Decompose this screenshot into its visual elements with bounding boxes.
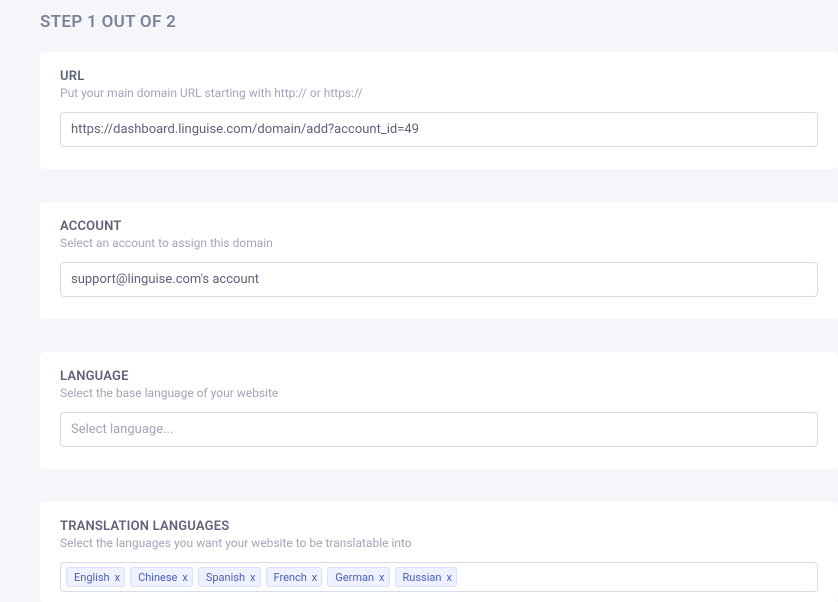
tag-remove-icon[interactable]: x [379,572,384,583]
url-input[interactable] [60,112,818,147]
language-tag: Spanish x [198,567,261,587]
language-tag: Germanx [327,567,389,587]
language-tag: Frenchx [266,567,323,587]
tag-remove-icon[interactable]: x [115,572,120,583]
url-card: URL Put your main domain URL starting wi… [40,52,838,169]
language-tag: Chinese x [130,567,193,587]
tag-label: Spanish [206,571,245,584]
tag-label: English [74,571,110,584]
url-desc: Put your main domain URL starting with h… [60,86,818,100]
tag-remove-icon[interactable]: x [312,572,317,583]
url-label: URL [60,69,818,84]
translation-desc: Select the languages you want your websi… [60,536,818,550]
language-card: LANGUAGE Select the base language of you… [40,352,838,469]
language-select[interactable]: Select language... [60,412,818,447]
language-tag: English x [66,567,125,587]
account-card: ACCOUNT Select an account to assign this… [40,202,838,319]
tag-label: German [335,571,374,584]
language-tag: Russian x [395,567,457,587]
translation-tags[interactable]: EnglishxChinesexSpanishxFrenchxGermanxRu… [60,562,818,592]
account-label: ACCOUNT [60,219,818,234]
tag-label: Chinese [138,571,177,584]
translation-label: TRANSLATION LANGUAGES [60,519,818,534]
page-title: STEP 1 OUT OF 2 [0,0,838,52]
tag-remove-icon[interactable]: x [250,572,255,583]
tag-remove-icon[interactable]: x [182,572,187,583]
language-desc: Select the base language of your website [60,386,818,400]
tag-remove-icon[interactable]: x [446,572,451,583]
tag-label: French [274,571,307,584]
account-select[interactable]: support@linguise.com's account [60,262,818,297]
account-desc: Select an account to assign this domain [60,236,818,250]
language-placeholder: Select language... [71,422,173,437]
tag-label: Russian [403,571,442,584]
language-label: LANGUAGE [60,369,818,384]
account-value: support@linguise.com's account [71,272,259,287]
translation-card: TRANSLATION LANGUAGES Select the languag… [40,502,838,602]
